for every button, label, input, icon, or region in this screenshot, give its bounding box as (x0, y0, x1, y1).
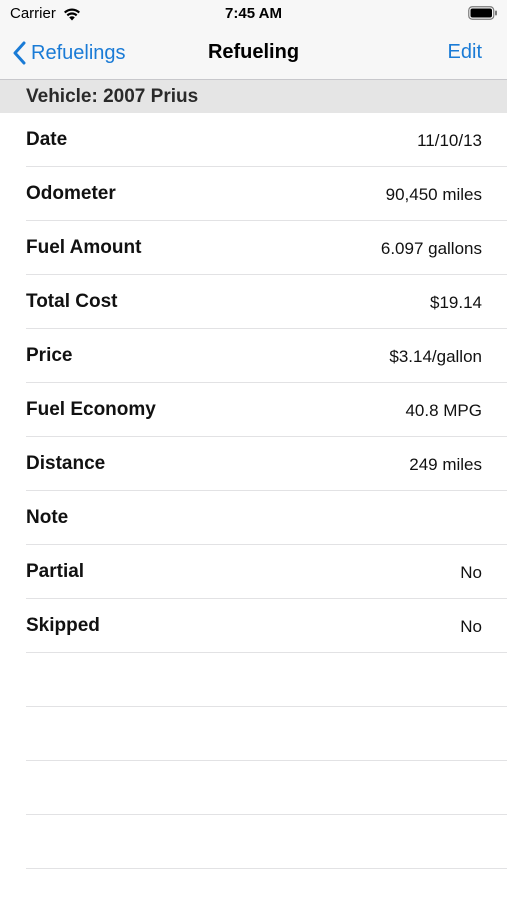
navigation-bar: Refuelings Refueling Edit (0, 28, 507, 80)
row-label: Fuel Economy (26, 399, 156, 420)
row-label: Total Cost (26, 291, 118, 312)
row-label: Odometer (26, 183, 116, 204)
empty-row (26, 707, 507, 761)
status-bar: Carrier 7:45 AM (0, 0, 507, 28)
row-value: 11/10/13 (417, 131, 482, 150)
row-value: 90,450 miles (385, 185, 482, 204)
row-price[interactable]: Price $3.14/gallon (26, 329, 507, 383)
empty-row (26, 653, 507, 707)
row-value: $3.14/gallon (389, 347, 482, 366)
empty-row (26, 815, 507, 869)
row-value: 249 miles (409, 455, 482, 474)
row-label: Note (26, 507, 69, 528)
row-partial[interactable]: Partial No (26, 545, 507, 599)
row-value: No (460, 563, 482, 582)
refueling-details-table: Date 11/10/13 Odometer 90,450 miles Fuel… (0, 113, 507, 869)
row-odometer[interactable]: Odometer 90,450 miles (26, 167, 507, 221)
row-total-cost[interactable]: Total Cost $19.14 (26, 275, 507, 329)
row-label: Date (26, 129, 68, 150)
status-time: 7:45 AM (225, 5, 282, 22)
battery-icon (468, 6, 497, 20)
row-label: Skipped (26, 615, 100, 636)
row-label: Partial (26, 561, 85, 582)
row-label: Price (26, 345, 73, 366)
row-value: $19.14 (430, 293, 482, 312)
row-note[interactable]: Note (26, 491, 507, 545)
row-skipped[interactable]: Skipped No (26, 599, 507, 653)
row-label: Fuel Amount (26, 237, 142, 258)
row-label: Distance (26, 453, 106, 474)
vehicle-section-header: Vehicle: 2007 Prius (0, 80, 507, 113)
page-title: Refueling (207, 41, 300, 63)
row-value: No (460, 617, 482, 636)
refueling-detail-screen: Carrier 7:45 AM Refuelings Refueling Edi… (0, 0, 507, 900)
row-value: 6.097 gallons (380, 239, 482, 258)
row-fuel-economy[interactable]: Fuel Economy 40.8 MPG (26, 383, 507, 437)
row-date[interactable]: Date 11/10/13 (26, 113, 507, 167)
row-value: 40.8 MPG (405, 401, 482, 420)
row-distance[interactable]: Distance 249 miles (26, 437, 507, 491)
row-fuel-amount[interactable]: Fuel Amount 6.097 gallons (26, 221, 507, 275)
edit-button[interactable]: Edit (448, 41, 482, 64)
empty-row (26, 761, 507, 815)
